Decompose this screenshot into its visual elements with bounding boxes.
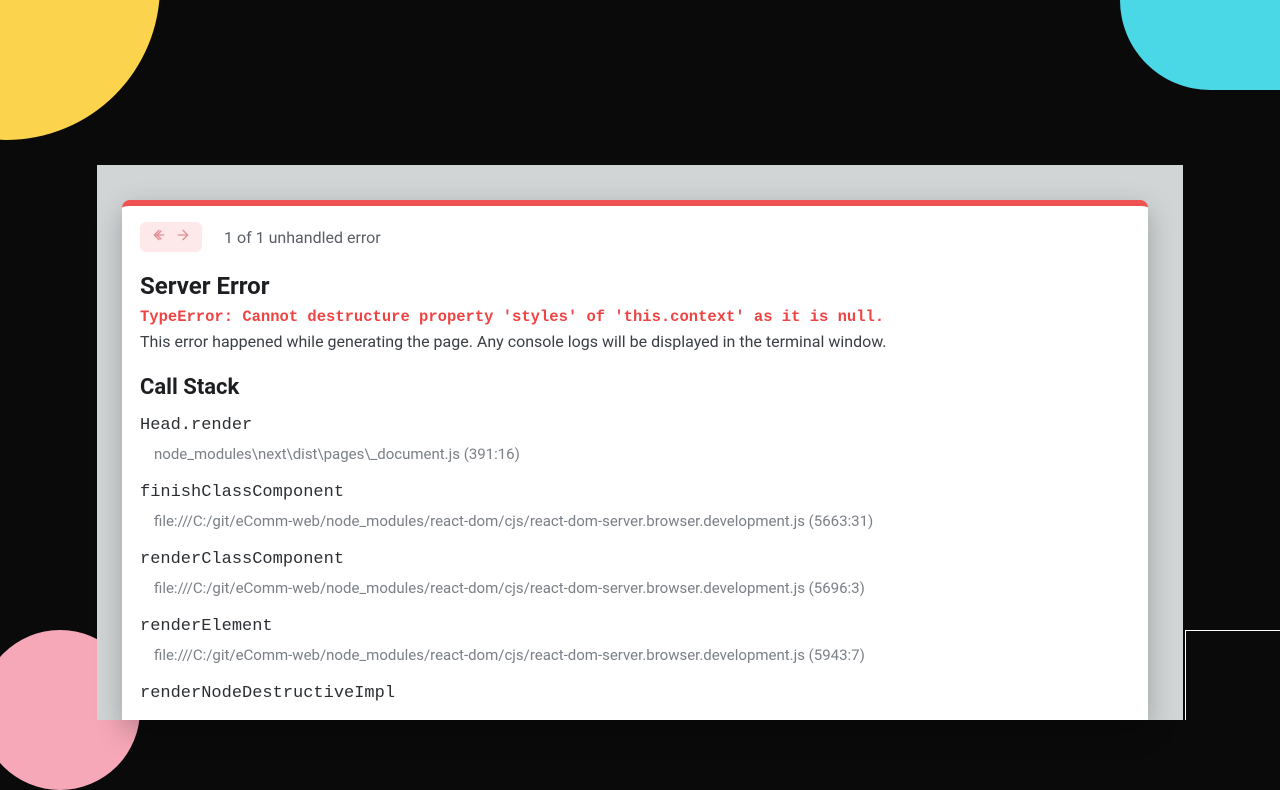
- error-title: Server Error: [140, 272, 1130, 300]
- error-dialog: 1 of 1 unhandled error Server Error Type…: [122, 200, 1148, 720]
- arrow-left-icon: [151, 227, 167, 247]
- stack-frame-function: renderNodeDestructiveImpl: [140, 684, 1130, 703]
- stack-frame: renderClassComponent file:///C:/git/eCom…: [140, 550, 1130, 597]
- stack-frame-location: file:///C:/git/eComm-web/node_modules/re…: [140, 646, 1130, 664]
- stack-frame-function: renderClassComponent: [140, 550, 1130, 569]
- stack-frame-location: node_modules\next\dist\pages\_document.j…: [140, 445, 1130, 463]
- stack-frame: renderNodeDestructiveImpl: [140, 684, 1130, 703]
- stack-frame: renderElement file:///C:/git/eComm-web/n…: [140, 617, 1130, 664]
- stack-frame-location: file:///C:/git/eComm-web/node_modules/re…: [140, 579, 1130, 597]
- error-description: This error happened while generating the…: [140, 332, 1130, 351]
- decorative-outline-box: [1185, 630, 1280, 720]
- decorative-yellow-shape: [0, 0, 160, 140]
- prev-error-button[interactable]: [150, 228, 168, 246]
- stack-frame: finishClassComponent file:///C:/git/eCom…: [140, 483, 1130, 530]
- callstack-heading: Call Stack: [140, 375, 1130, 400]
- arrow-right-icon: [175, 227, 191, 247]
- stack-frame-location: file:///C:/git/eComm-web/node_modules/re…: [140, 512, 1130, 530]
- stack-frame-function: Head.render: [140, 416, 1130, 435]
- error-message: TypeError: Cannot destructure property '…: [140, 308, 1130, 326]
- stack-frame-function: finishClassComponent: [140, 483, 1130, 502]
- error-nav-buttons: [140, 222, 202, 252]
- stack-frame: Head.render node_modules\next\dist\pages…: [140, 416, 1130, 463]
- error-nav-row: 1 of 1 unhandled error: [140, 222, 1130, 252]
- decorative-cyan-shape: [1120, 0, 1280, 90]
- next-error-button[interactable]: [174, 228, 192, 246]
- error-counter: 1 of 1 unhandled error: [224, 228, 381, 247]
- stack-frame-function: renderElement: [140, 617, 1130, 636]
